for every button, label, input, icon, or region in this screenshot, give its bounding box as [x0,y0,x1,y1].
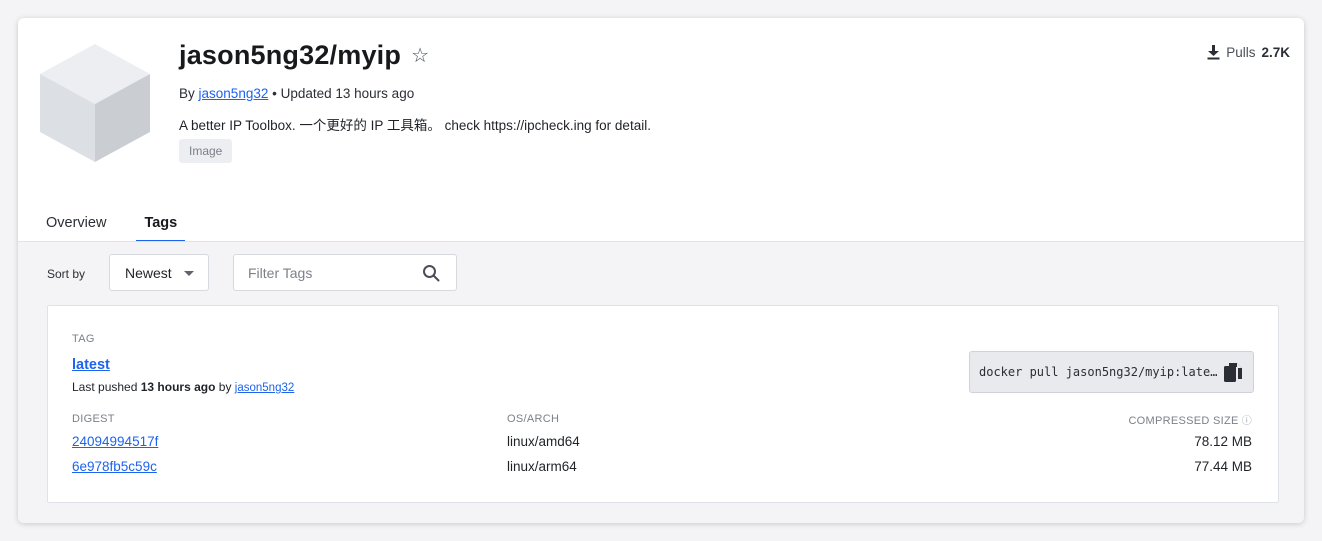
tag-name-link[interactable]: latest [72,357,110,373]
os-arch-value: linux/arm64 [507,459,577,474]
info-icon[interactable]: ⓘ [1242,416,1252,427]
pushed-when: 13 hours ago [140,380,216,394]
repository-card: jason5ng32/myip ☆ By jason5ng32 • Update… [18,18,1304,523]
pull-command-text: docker pull jason5ng32/myip:latest [979,365,1219,379]
pull-command-box: docker pull jason5ng32/myip:latest [969,351,1254,393]
download-icon [1207,45,1220,60]
tab-bar: Overview Tags [38,204,186,243]
pushed-prefix: Last pushed [72,380,138,394]
tags-panel: Sort by Newest TAG latest Last pushed 13… [18,241,1304,523]
digest-link[interactable]: 24094994517f [72,434,158,449]
pulls-count: 2.7K [1261,45,1290,60]
repository-byline: By jason5ng32 • Updated 13 hours ago [179,86,414,101]
repository-cube-icon [40,44,150,162]
updated-text: • Updated 13 hours ago [272,86,415,101]
sort-dropdown[interactable]: Newest [109,254,209,291]
pulls-label: Pulls [1226,45,1256,60]
title-row: jason5ng32/myip ☆ [179,40,429,71]
tab-tags[interactable]: Tags [136,204,186,243]
pushed-user-link[interactable]: jason5ng32 [235,382,294,394]
tab-overview[interactable]: Overview [38,204,114,243]
os-arch-value: linux/amd64 [507,434,580,449]
copy-icon[interactable] [1223,362,1243,384]
filter-tags-field[interactable] [233,254,457,291]
compressed-size-header: COMPRESSED SIZE ⓘ [1128,412,1252,427]
author-link[interactable]: jason5ng32 [199,86,269,101]
pulls-stat: Pulls 2.7K [1207,45,1290,60]
sort-label: Sort by [47,267,86,281]
repository-description: A better IP Toolbox. 一个更好的 IP 工具箱。 check… [179,118,651,133]
sort-value: Newest [125,264,172,281]
digest-link[interactable]: 6e978fb5c59c [72,459,157,474]
size-value: 78.12 MB [1194,434,1252,449]
search-icon[interactable] [422,264,440,282]
digest-header: DIGEST [72,413,115,425]
os-arch-header: OS/ARCH [507,413,560,425]
star-icon[interactable]: ☆ [411,46,429,66]
caret-down-icon [184,271,194,276]
repository-title: jason5ng32/myip [179,40,402,70]
last-pushed-info: Last pushed 13 hours ago by jason5ng32 [72,380,294,394]
tag-card: TAG latest Last pushed 13 hours ago by j… [47,305,1279,503]
tag-header: TAG [72,333,95,345]
compressed-size-label: COMPRESSED SIZE [1128,415,1239,427]
size-value: 77.44 MB [1194,459,1252,474]
byline-prefix: By [179,86,195,101]
image-badge: Image [179,139,233,163]
filter-tags-input[interactable] [234,255,414,290]
pushed-by: by [218,380,232,394]
